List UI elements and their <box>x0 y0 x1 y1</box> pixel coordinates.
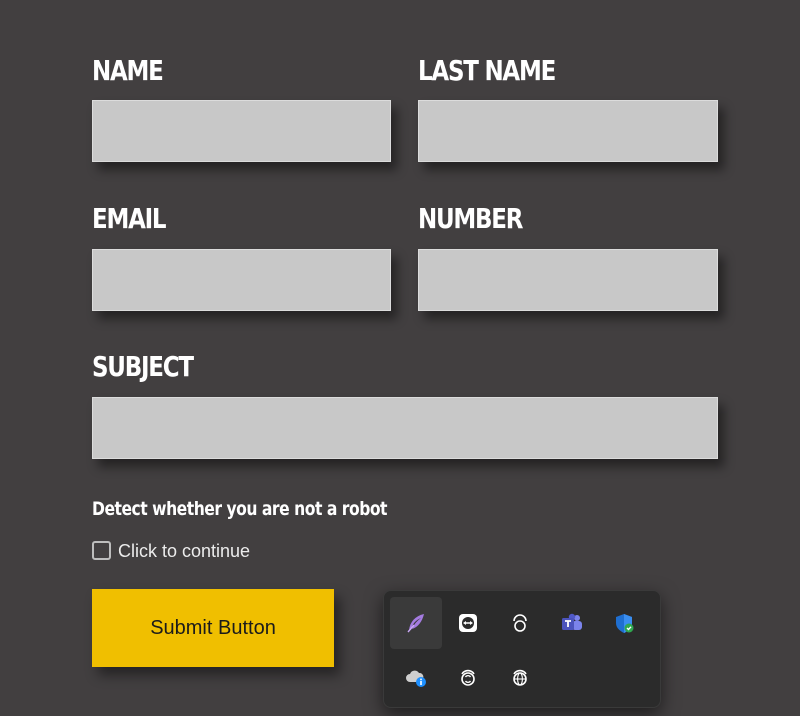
submit-button[interactable]: Submit Button <box>92 589 334 667</box>
system-tray-popup <box>383 590 661 708</box>
number-input[interactable] <box>418 249 718 311</box>
subject-input[interactable] <box>92 397 718 459</box>
name-input[interactable] <box>92 100 391 162</box>
teamviewer-icon[interactable] <box>442 597 494 649</box>
sync-icon[interactable] <box>442 651 494 703</box>
teams-icon[interactable] <box>546 597 598 649</box>
vpn-globe-icon[interactable] <box>494 651 546 703</box>
continue-checkbox[interactable] <box>92 541 111 560</box>
cloud-info-icon[interactable] <box>390 651 442 703</box>
subject-label: SUBJECT <box>92 350 194 383</box>
headset-icon[interactable] <box>494 597 546 649</box>
robot-check-heading: Detect whether you are not a robot <box>92 498 388 520</box>
name-label: NAME <box>92 54 164 87</box>
security-shield-icon[interactable] <box>598 597 650 649</box>
last-name-label: LAST NAME <box>418 54 556 87</box>
continue-checkbox-label[interactable]: Click to continue <box>118 541 250 562</box>
number-label: NUMBER <box>418 202 523 235</box>
email-label: EMAIL <box>92 202 167 235</box>
email-input[interactable] <box>92 249 391 311</box>
feather-icon[interactable] <box>390 597 442 649</box>
last-name-input[interactable] <box>418 100 718 162</box>
